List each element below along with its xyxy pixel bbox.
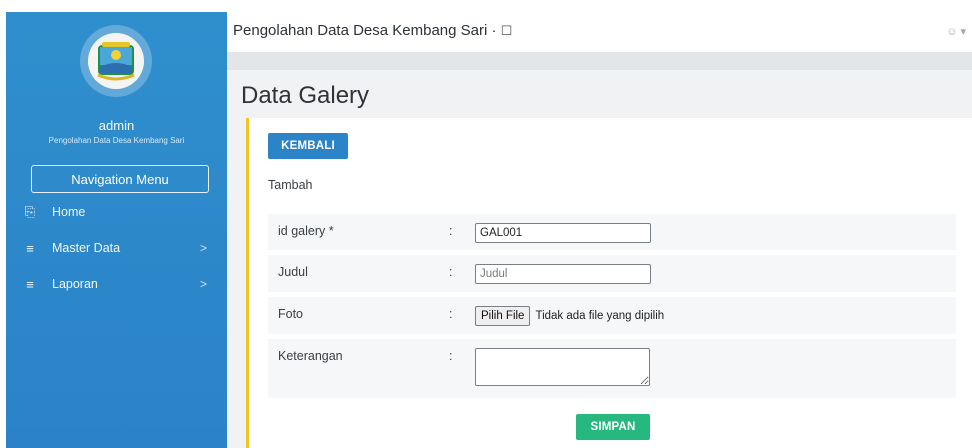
form-row-judul: Judul : <box>268 255 956 292</box>
sidebar-item-label: Home <box>52 205 86 219</box>
chevron-right-icon: > <box>199 241 207 255</box>
document-icon: ⎘ <box>24 204 36 219</box>
form-row-foto: Foto : Pilih File Tidak ada file yang di… <box>268 297 956 334</box>
foto-file-input[interactable]: Pilih File Tidak ada file yang dipilih <box>475 306 664 326</box>
navigation-menu-button[interactable]: Navigation Menu <box>31 165 209 193</box>
menu-icon: ≡ <box>26 240 34 256</box>
field-label: Judul <box>278 265 308 279</box>
sidebar-item-master-data[interactable]: ≡ Master Data > <box>6 234 227 262</box>
sidebar-item-laporan[interactable]: ≡ Laporan > <box>6 270 227 298</box>
topbar: Pengolahan Data Desa Kembang Sari · ☐ ☺ … <box>227 12 972 52</box>
sidebar-item-label: Master Data <box>52 241 121 255</box>
field-colon: : <box>449 349 453 363</box>
page-title: Data Galery <box>241 82 370 109</box>
app-title-text: Pengolahan Data Desa Kembang Sari · <box>233 22 497 39</box>
field-label: Keterangan <box>278 349 343 363</box>
sidebar-item-home[interactable]: ⎘ Home <box>6 198 227 226</box>
form-panel: KEMBALI Tambah id galery * : Judul : Fot… <box>246 118 972 448</box>
field-label: id galery * <box>278 224 334 238</box>
judul-input[interactable] <box>475 264 651 284</box>
village-logo <box>88 33 144 89</box>
menu-icon: ≡ <box>26 276 34 292</box>
app-title: Pengolahan Data Desa Kembang Sari · ☐ <box>233 22 512 39</box>
field-colon: : <box>449 265 453 279</box>
header-strip <box>227 52 972 70</box>
field-colon: : <box>449 224 453 238</box>
sidebar: admin Pengolahan Data Desa Kembang Sari … <box>6 12 227 448</box>
form-row-id-galery: id galery * : <box>268 214 956 250</box>
sidebar-item-label: Laporan <box>52 277 98 291</box>
keterangan-textarea[interactable] <box>475 348 650 386</box>
choose-file-button[interactable]: Pilih File <box>475 306 531 326</box>
field-label: Foto <box>278 307 304 321</box>
save-button[interactable]: SIMPAN <box>576 414 650 440</box>
trophy-icon: ☐ <box>500 23 513 38</box>
user-menu-icon[interactable]: ☺ ▾ <box>946 25 966 38</box>
logo-ring <box>80 25 152 97</box>
back-button[interactable]: KEMBALI <box>268 133 348 159</box>
form-row-keterangan: Keterangan : <box>268 339 956 398</box>
file-status: Tidak ada file yang dipilih <box>535 310 665 322</box>
form-subtitle: Tambah <box>268 178 313 192</box>
chevron-right-icon: > <box>199 277 207 291</box>
id-galery-input[interactable] <box>475 223 651 243</box>
user-subtitle: Pengolahan Data Desa Kembang Sari <box>48 136 185 145</box>
field-colon: : <box>449 307 453 321</box>
user-name: admin <box>98 118 135 133</box>
